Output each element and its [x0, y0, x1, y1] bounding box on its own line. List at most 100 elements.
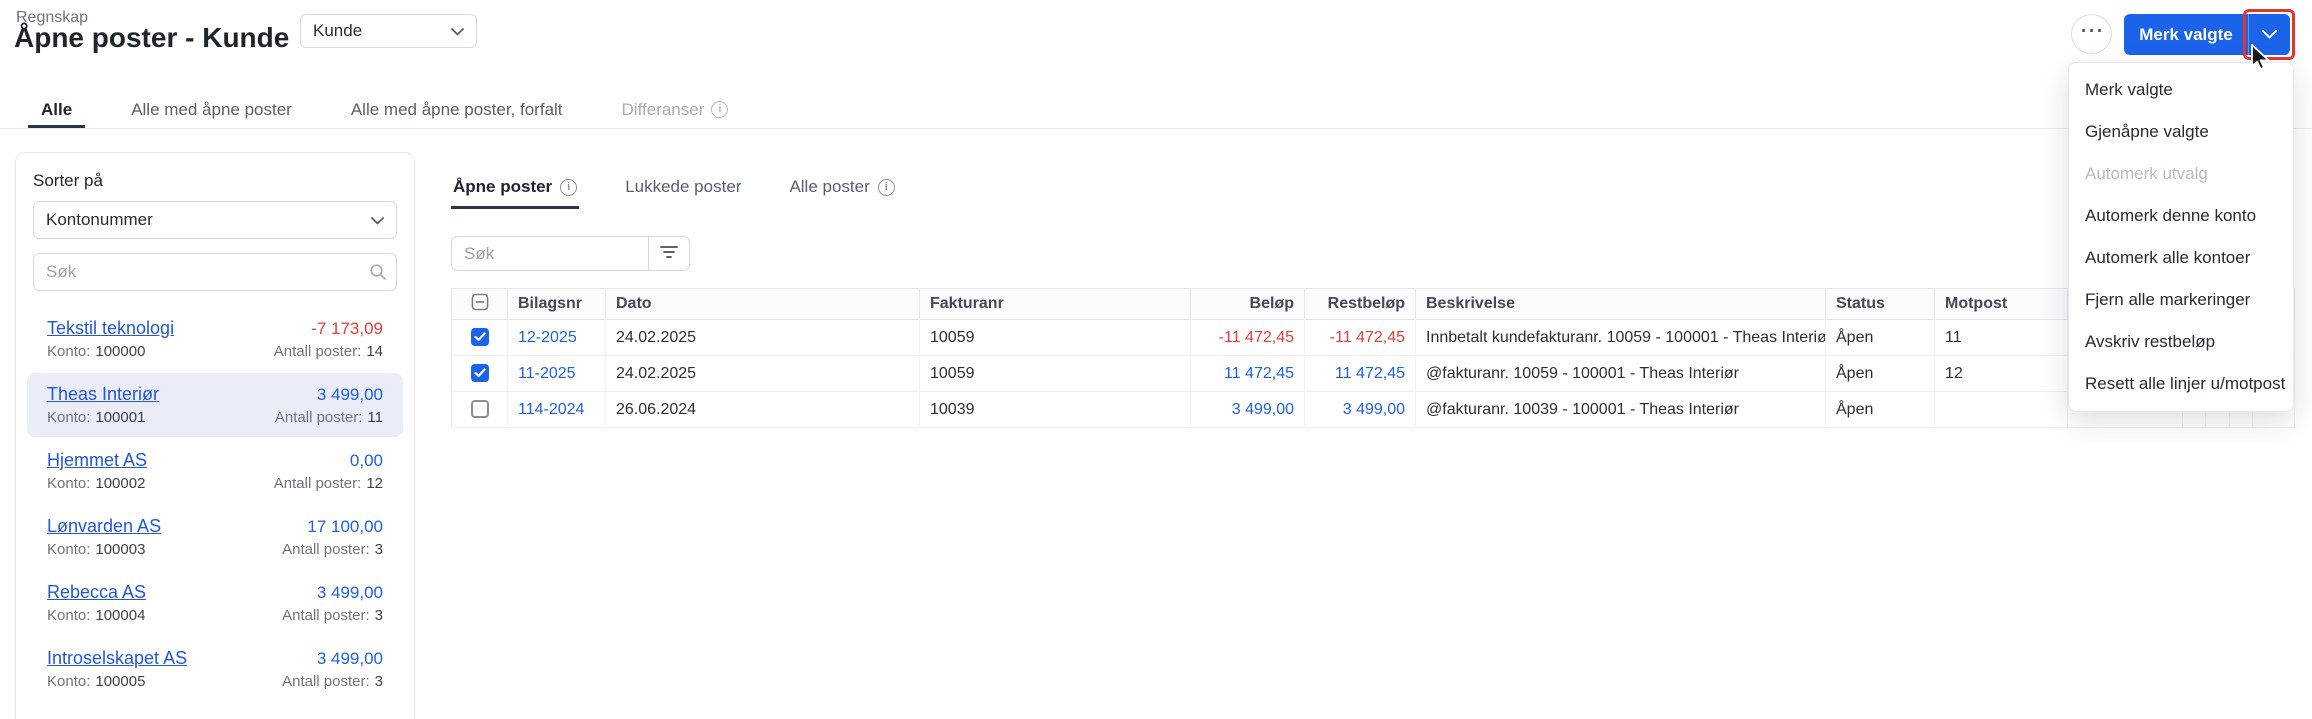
row-checkbox-cell [451, 355, 508, 392]
beskrivelse-cell: Innbetalt kundefakturanr. 10059 - 100001… [1415, 319, 1826, 356]
customer-list-item[interactable]: Rebecca AS 3 499,00 Konto: 100004 Antall … [27, 571, 403, 635]
menu-item-resett-alle-linjer[interactable]: Resett alle linjer u/motpost [2069, 363, 2293, 405]
tab-label: Alle med åpne poster, forfalt [350, 99, 563, 119]
table-row: 11-2025 24.02.2025 10059 11 472,45 11 47… [451, 355, 2295, 392]
customer-amount: 3 499,00 [316, 649, 383, 668]
belop-cell: -11 472,45 [1190, 319, 1305, 356]
customer-amount: 0,00 [349, 451, 383, 470]
tab-label: Alle med åpne poster [131, 99, 292, 119]
menu-item-automerk-denne-konto[interactable]: Automerk denne konto [2069, 195, 2293, 237]
status-cell: Åpen [1825, 391, 1935, 428]
col-dato: Dato [605, 288, 920, 320]
col-belop: Beløp [1190, 288, 1305, 320]
motpost-cell: 11 [1934, 319, 2068, 356]
row-checkbox-checked[interactable] [470, 364, 489, 383]
sidebar-search-input[interactable] [33, 253, 397, 291]
merk-valgte-button[interactable]: Merk valgte [2124, 14, 2248, 55]
more-actions-button[interactable]: ⋯ [2071, 14, 2112, 54]
konto-label: Konto: [47, 343, 91, 360]
tab-apne-poster[interactable]: Åpne poster i [451, 168, 580, 209]
chevron-down-icon [371, 210, 384, 230]
belop-cell: 11 472,45 [1190, 355, 1305, 392]
app-window: Regnskap Åpne poster - Kunde Kunde ⋯ Mer… [0, 0, 2312, 719]
tab-alle-med-apne-poster-forfalt[interactable]: Alle med åpne poster, forfalt [338, 94, 576, 128]
table-header-row: Bilagsnr Dato Fakturanr Beløp Restbeløp … [451, 288, 2295, 320]
motpost-cell: 12 [1934, 355, 2068, 392]
customer-name-link[interactable]: Tekstil teknologi [47, 318, 174, 339]
table-search-input[interactable] [451, 236, 649, 271]
konto-label: Konto: [47, 607, 91, 624]
page-title: Åpne poster - Kunde [14, 22, 290, 53]
antall-value: 14 [366, 343, 383, 360]
select-all-header[interactable] [451, 288, 508, 320]
antall-value: 3 [374, 607, 383, 624]
tab-lukkede-poster[interactable]: Lukkede poster [623, 168, 743, 209]
customer-list: Tekstil teknologi -7 173,09 Konto: 100000… [27, 307, 403, 701]
chevron-down-icon [2262, 27, 2277, 42]
customer-name-link[interactable]: Lønvarden AS [47, 516, 161, 537]
tab-label: Differanser [621, 99, 705, 119]
menu-item-automerk-alle-kontoer[interactable]: Automerk alle kontoer [2069, 237, 2293, 279]
table-search [451, 236, 690, 271]
row-checkbox-unchecked[interactable] [470, 400, 489, 419]
motpost-cell [1934, 391, 2068, 428]
restbelop-cell: 3 499,00 [1304, 391, 1416, 428]
sort-select-value: Kontonummer [46, 210, 153, 229]
menu-item-avskriv-restbelop[interactable]: Avskriv restbeløp [2069, 321, 2293, 363]
entity-type-select[interactable]: Kunde [300, 14, 477, 48]
customer-name-link[interactable]: Theas Interiør [47, 384, 159, 405]
info-icon: i [560, 178, 578, 196]
bilagsnr-link[interactable]: 12-2025 [518, 329, 577, 346]
konto-value: 100005 [95, 673, 146, 690]
customer-sidebar: Sorter på Kontonummer Tekstil teknologi … [15, 152, 415, 719]
bilagsnr-link[interactable]: 114-2024 [518, 401, 584, 418]
status-cell: Åpen [1825, 319, 1935, 356]
konto-label: Konto: [47, 475, 91, 492]
row-checkbox-checked[interactable] [470, 328, 489, 347]
search-icon [369, 263, 387, 286]
tab-label: Lukkede poster [625, 177, 742, 196]
customer-list-item[interactable]: Lønvarden AS 17 100,00 Konto: 100003 Anta… [27, 505, 403, 569]
tab-alle-poster[interactable]: Alle poster i [787, 168, 896, 209]
customer-list-item[interactable]: Theas Interiør 3 499,00 Konto: 100001 Ant… [27, 373, 403, 437]
sort-select[interactable]: Kontonummer [33, 201, 397, 239]
antall-label: Antall poster: [273, 475, 362, 492]
merk-valgte-dropdown-toggle[interactable] [2248, 14, 2290, 55]
fakturanr-cell: 10039 [919, 391, 1191, 428]
tab-label: Alle poster [789, 177, 870, 196]
menu-item-fjern-alle-markeringer[interactable]: Fjern alle markeringer [2069, 279, 2293, 321]
info-icon: i [877, 178, 895, 196]
tab-alle-med-apne-poster[interactable]: Alle med åpne poster [118, 94, 305, 128]
customer-amount: -7 173,09 [311, 319, 383, 338]
customer-list-item[interactable]: Introselskapet AS 3 499,00 Konto: 100005 … [27, 637, 403, 701]
customer-name-link[interactable]: Introselskapet AS [47, 648, 187, 669]
antall-value: 3 [374, 541, 383, 558]
sort-label: Sorter på [33, 171, 103, 190]
konto-label: Konto: [47, 673, 91, 690]
customer-name-link[interactable]: Hjemmet AS [47, 450, 147, 471]
entity-type-value: Kunde [313, 21, 363, 40]
menu-item-merk-valgte[interactable]: Merk valgte [2069, 69, 2293, 111]
tab-alle[interactable]: Alle [28, 94, 86, 128]
customer-list-item[interactable]: Tekstil teknologi -7 173,09 Konto: 100000… [27, 307, 403, 371]
menu-item-gjenapne-valgte[interactable]: Gjenåpne valgte [2069, 111, 2293, 153]
customer-name-link[interactable]: Rebecca AS [47, 582, 146, 603]
tab-label: Alle [41, 99, 73, 119]
antall-label: Antall poster: [282, 673, 370, 690]
col-motpost: Motpost [1934, 288, 2068, 320]
konto-value: 100001 [95, 409, 146, 426]
filter-button[interactable] [649, 236, 690, 271]
row-checkbox-cell [451, 391, 508, 428]
antall-label: Antall poster: [274, 409, 363, 426]
antall-value: 11 [367, 409, 383, 426]
konto-value: 100000 [95, 343, 146, 360]
bilagsnr-link[interactable]: 11-2025 [518, 365, 576, 382]
dato-cell: 24.02.2025 [605, 355, 920, 392]
customer-amount: 17 100,00 [307, 517, 383, 536]
status-cell: Åpen [1825, 355, 1935, 392]
antall-label: Antall poster: [273, 343, 362, 360]
customer-list-item[interactable]: Hjemmet AS 0,00 Konto: 100002 Antall post… [27, 439, 403, 503]
konto-value: 100003 [95, 541, 146, 558]
belop-cell: 3 499,00 [1190, 391, 1305, 428]
col-fakturanr: Fakturanr [919, 288, 1191, 320]
